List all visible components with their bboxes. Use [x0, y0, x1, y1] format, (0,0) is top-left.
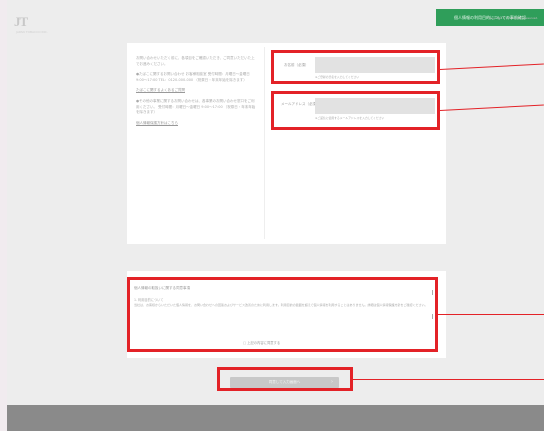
- contact-block-2: ●その他の事業に関するお問い合わせは、各事業のお問い合わせ窓口をご利用ください。…: [136, 98, 256, 115]
- page-footer: [7, 405, 544, 431]
- column-divider: [264, 47, 265, 239]
- intro-text: お問い合わせいただく前に、各項目をご確認いただき、ご同意いただいた上でお進みくだ…: [136, 56, 255, 66]
- footer-copyright: Copyright © JT All Rights Reserved.: [488, 16, 538, 20]
- highlight-name-field: [271, 50, 440, 84]
- faq-link[interactable]: たばこに関するよくあるご質問: [136, 88, 256, 94]
- logo-subtitle: JAPAN TOBACCO INC.: [16, 30, 48, 34]
- privacy-policy-link[interactable]: 個人情報保護方針はこちら: [136, 121, 256, 127]
- highlight-consent: [127, 277, 438, 352]
- highlight-email-field: [271, 91, 440, 130]
- leader-line-4: [353, 379, 544, 380]
- contact-info: お問い合わせいただく前に、各項目をご確認いただき、ご同意いただいた上でお進みくだ…: [136, 56, 256, 131]
- leader-line-3: [438, 314, 544, 315]
- contact-block-1: ●たばこに関するお問い合わせ お客様相談室 受付時間：月曜日～金曜日 9:00～…: [136, 72, 250, 82]
- highlight-submit: [217, 367, 353, 391]
- site-logo[interactable]: JT: [14, 14, 28, 30]
